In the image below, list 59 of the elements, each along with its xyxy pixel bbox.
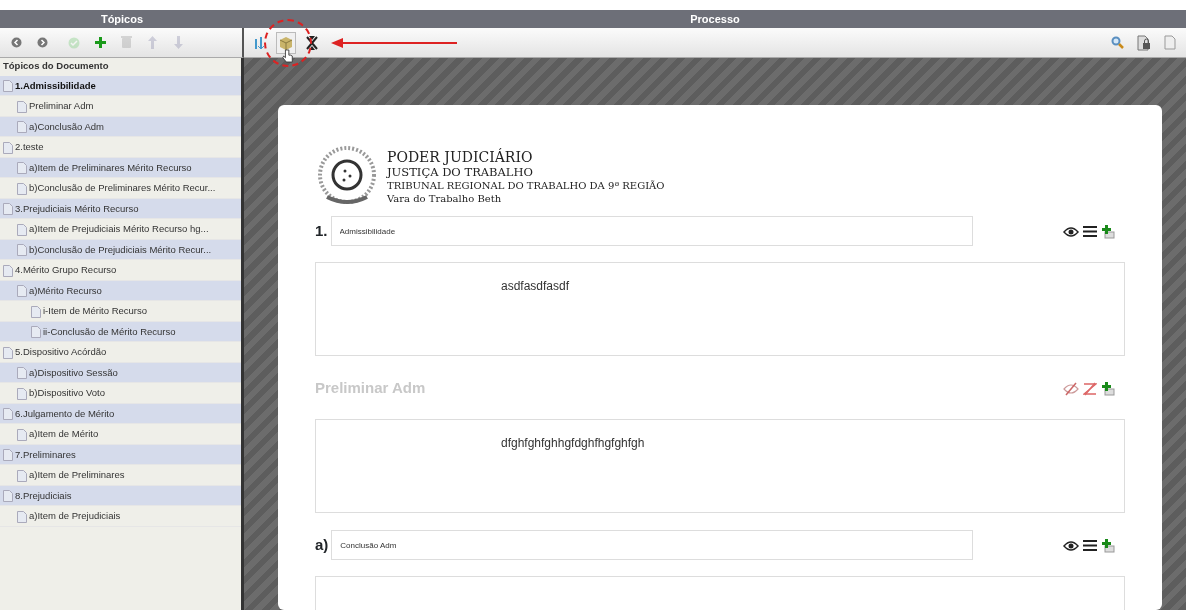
collapse-icon <box>305 34 319 51</box>
document-icon <box>3 263 13 277</box>
letterhead-line: Vara do Trabalho Beth <box>387 192 503 205</box>
document-icon <box>1164 35 1176 50</box>
tree-item[interactable]: b)Conclusão de Prejudiciais Mérito Recur... <box>0 239 241 261</box>
box-button[interactable] <box>276 31 296 54</box>
document-icon <box>17 222 27 236</box>
tree-item[interactable]: 1.Admissibilidade <box>0 76 241 97</box>
document-icon <box>17 386 27 400</box>
document-icon <box>3 79 13 93</box>
document-icon <box>3 140 13 154</box>
document-icon <box>3 201 13 216</box>
document-icon <box>17 181 27 195</box>
document-icon <box>17 160 27 175</box>
search-icon <box>1111 35 1125 50</box>
document-icon <box>31 304 41 318</box>
section-number: 1. <box>315 220 328 241</box>
document-icon <box>3 488 13 503</box>
pointer-cursor-icon <box>282 48 294 64</box>
check-icon <box>68 36 80 49</box>
add-icon <box>93 36 107 49</box>
letterhead-line: JUSTIÇA DO TRABALHO <box>387 166 534 179</box>
document-icon <box>17 365 27 380</box>
letterhead-line: PODER JUDICIÁRIO <box>387 149 534 166</box>
document-icon <box>17 99 27 113</box>
section-title-field[interactable]: Conclusão Adm <box>331 530 974 560</box>
document-icon <box>17 509 27 523</box>
down-arrow-icon <box>173 36 183 49</box>
document-icon <box>3 447 13 462</box>
document-icon <box>17 283 27 298</box>
trash-icon <box>120 36 132 49</box>
section-number: a) <box>315 534 329 555</box>
text-editor[interactable]: dfghfghfghhgfdghfhgfghfgh <box>315 419 1125 513</box>
tree-item[interactable]: a)Dispositivo Sessão <box>0 362 241 384</box>
document-icon <box>17 242 27 257</box>
tree-item[interactable]: ii-Conclusão de Mérito Recurso <box>0 321 241 343</box>
tree-item[interactable]: 3.Prejudiciais Mérito Recurso <box>0 198 241 220</box>
tree-item[interactable]: a)Conclusão Adm <box>0 116 241 138</box>
text-editor[interactable]: asdfasdfasdf <box>315 262 1125 356</box>
tree-item[interactable]: 7.Preliminares <box>0 444 241 466</box>
document-icon <box>31 324 41 339</box>
locked-document-icon <box>1137 34 1151 51</box>
document-icon <box>3 345 13 359</box>
tree-item[interactable]: 8.Prejudiciais <box>0 485 241 507</box>
document-icon <box>3 406 13 421</box>
letterhead-line: TRIBUNAL REGIONAL DO TRABALHO DA 9ª REGIÃO <box>387 179 665 192</box>
sort-icon <box>254 35 266 50</box>
up-arrow-icon <box>147 36 157 49</box>
tree-item[interactable]: 6.Julgamento de Mérito <box>0 403 241 425</box>
document-icon <box>17 468 27 482</box>
tree-item[interactable]: a)Mérito Recurso <box>0 280 241 302</box>
section-title-field[interactable]: Admissibilidade <box>330 216 973 246</box>
document-icon <box>17 119 27 134</box>
tree-item[interactable]: a)Item de Preliminares Mérito Recurso <box>0 157 241 179</box>
panel-title: Tópicos <box>100 12 144 27</box>
document-icon <box>17 427 27 441</box>
panel-title: Processo <box>690 12 740 27</box>
tree-heading: Tópicos do Documento <box>2 59 110 73</box>
box-icon <box>278 34 294 51</box>
